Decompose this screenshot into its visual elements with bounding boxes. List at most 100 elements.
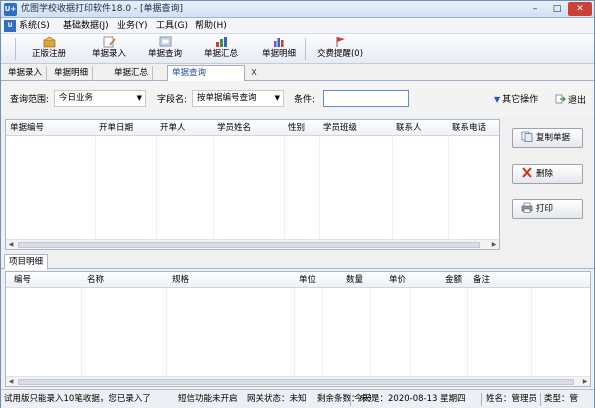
copy-icon (521, 131, 533, 142)
field-select[interactable]: 按单据编号查询 ▼ (192, 90, 284, 107)
delete-button[interactable]: 删除 (512, 164, 583, 184)
maximize-button[interactable]: □ (546, 2, 568, 16)
column-divider (81, 288, 82, 376)
title-bar: U+ 优图学校收据打印软件18.0 - [单据查询] – □ ✕ (1, 1, 594, 18)
app-menu-icon[interactable]: U (4, 20, 16, 32)
column-divider (531, 288, 532, 376)
horizontal-scrollbar[interactable]: ◀ ▶ (6, 376, 590, 386)
app-window: U+ 优图学校收据打印软件18.0 - [单据查询] – □ ✕ U 系统(S)… (0, 0, 595, 408)
condition-label: 条件: (294, 95, 316, 105)
column-divider (410, 288, 411, 376)
window-title: 优图学校收据打印软件18.0 - [单据查询] (21, 4, 184, 14)
item-detail-table[interactable]: 编号 名称 规格 单位 数量 单价 金额 备注 ◀ ▶ (5, 271, 591, 387)
bar-chart-icon (215, 37, 227, 47)
status-bar: 试用版只能录入10笔收据，您已录入了 短信功能未开启 网关状态：未知 剩余条数：… (1, 389, 594, 408)
scroll-left-icon[interactable]: ◀ (6, 377, 16, 386)
column-header[interactable]: 联系人 (392, 120, 422, 136)
column-header[interactable]: 单据编号 (6, 120, 44, 136)
receipt-query-icon (159, 36, 171, 47)
column-divider (294, 288, 295, 376)
column-header[interactable]: 编号 (10, 272, 31, 288)
scroll-right-icon[interactable]: ▶ (580, 377, 590, 386)
close-button[interactable]: ✕ (568, 2, 592, 16)
scroll-right-icon[interactable]: ▶ (489, 240, 499, 249)
menu-help[interactable]: 帮助(H) (195, 20, 227, 32)
column-divider (166, 288, 167, 376)
column-divider (448, 136, 449, 240)
menu-business[interactable]: 业务(Y) (117, 20, 148, 32)
table-header: 单据编号 开单日期 开单人 学员姓名 性别 学员班级 联系人 联系电话 (6, 120, 499, 136)
column-header[interactable]: 性别 (284, 120, 305, 136)
scroll-left-icon[interactable]: ◀ (6, 240, 16, 249)
menu-system[interactable]: 系统(S) (19, 20, 50, 32)
copy-receipt-button[interactable]: 复制单据 (512, 128, 583, 148)
column-divider (322, 288, 323, 376)
menu-base-data[interactable]: 基础数据(J) (63, 20, 109, 32)
horizontal-scrollbar[interactable]: ◀ ▶ (6, 239, 499, 249)
column-header[interactable]: 单位 (295, 272, 316, 288)
column-header[interactable]: 数量 (342, 272, 363, 288)
column-divider (95, 136, 96, 240)
menu-tools[interactable]: 工具(G) (156, 20, 188, 32)
field-label: 字段名: (157, 95, 188, 105)
register-button[interactable]: 正版注册 (19, 35, 79, 63)
status-separator (540, 393, 541, 406)
minimize-button[interactable]: – (524, 2, 546, 16)
column-header[interactable]: 单价 (385, 272, 406, 288)
gateway-status: 网关状态：未知 (247, 394, 307, 404)
range-select[interactable]: 今日业务 ▼ (54, 90, 146, 107)
delete-x-icon (522, 167, 532, 178)
document-tabs: 单据录入 单据明细 单据汇总 单据查询 X (1, 64, 594, 82)
chevron-down-icon: ▼ (494, 95, 501, 104)
range-label: 查询范围: (10, 95, 50, 105)
receipt-detail-button[interactable]: 单据明细 (249, 35, 309, 63)
flag-icon (336, 37, 345, 47)
menu-bar: U 系统(S) 基础数据(J) 业务(Y) 工具(G) 帮助(H) (1, 18, 594, 34)
column-divider (156, 136, 157, 240)
column-divider (467, 288, 468, 376)
receipt-entry-icon (103, 36, 116, 48)
column-header[interactable]: 名称 (83, 272, 104, 288)
column-header[interactable]: 金额 (441, 272, 462, 288)
scroll-thumb[interactable] (18, 379, 574, 385)
toolbar-separator (15, 38, 16, 60)
column-header[interactable]: 学员班级 (319, 120, 357, 136)
tab-receipt-summary[interactable]: 单据汇总 (110, 66, 154, 81)
close-tab-icon[interactable]: X (248, 66, 260, 79)
tab-receipt-detail[interactable]: 单据明细 (50, 66, 94, 81)
today-status: 今天是：2020-08-13 星期四 (354, 394, 466, 404)
table-header: 编号 名称 规格 单位 数量 单价 金额 备注 (6, 272, 590, 288)
column-header[interactable]: 开单日期 (95, 120, 133, 136)
other-operations-button[interactable]: ▼ 其它操作 (494, 94, 538, 106)
column-header[interactable]: 备注 (469, 272, 490, 288)
condition-input[interactable] (323, 90, 409, 107)
receipt-summary-button[interactable]: 单据汇总 (191, 35, 251, 63)
tab-receipt-query[interactable]: 单据查询 (167, 65, 245, 82)
receipt-table[interactable]: 单据编号 开单日期 开单人 学员姓名 性别 学员班级 联系人 联系电话 ◀ ▶ (5, 119, 500, 250)
payment-reminder-button[interactable]: 交费提醒(0) (309, 35, 371, 63)
column-header[interactable]: 规格 (168, 272, 189, 288)
column-divider (319, 136, 320, 240)
detail-chart-icon (273, 38, 283, 47)
trial-status: 试用版只能录入10笔收据，您已录入了 (4, 394, 151, 404)
receipt-entry-button[interactable]: 单据录入 (79, 35, 139, 63)
tab-receipt-entry[interactable]: 单据录入 (4, 66, 48, 81)
column-header[interactable]: 联系电话 (448, 120, 486, 136)
toolbar-separator (305, 38, 306, 60)
dropdown-arrow-icon: ▼ (274, 94, 280, 102)
app-logo-icon: U+ (4, 3, 17, 16)
scroll-thumb[interactable] (18, 242, 480, 248)
toolbar: 正版注册 单据录入 单据查询 单据汇总 单据明细 交费提醒(0) (1, 34, 594, 64)
column-header[interactable]: 开单人 (156, 120, 186, 136)
sms-status: 短信功能未开启 (178, 394, 238, 404)
print-icon (521, 202, 533, 213)
tab-item-detail[interactable]: 项目明细 (4, 254, 49, 270)
user-type-status: 类型：管 (544, 394, 579, 404)
register-icon (43, 36, 55, 48)
detail-tab-bar: 项目明细 (1, 253, 594, 270)
exit-button[interactable]: 退出 (555, 94, 586, 107)
receipt-query-button[interactable]: 单据查询 (135, 35, 195, 63)
column-header[interactable]: 学员姓名 (213, 120, 251, 136)
print-button[interactable]: 打印 (512, 199, 583, 219)
query-bar: 查询范围: 今日业务 ▼ 字段名: 按单据编号查询 ▼ 条件: ▼ 其它操作 退出 (1, 81, 594, 117)
